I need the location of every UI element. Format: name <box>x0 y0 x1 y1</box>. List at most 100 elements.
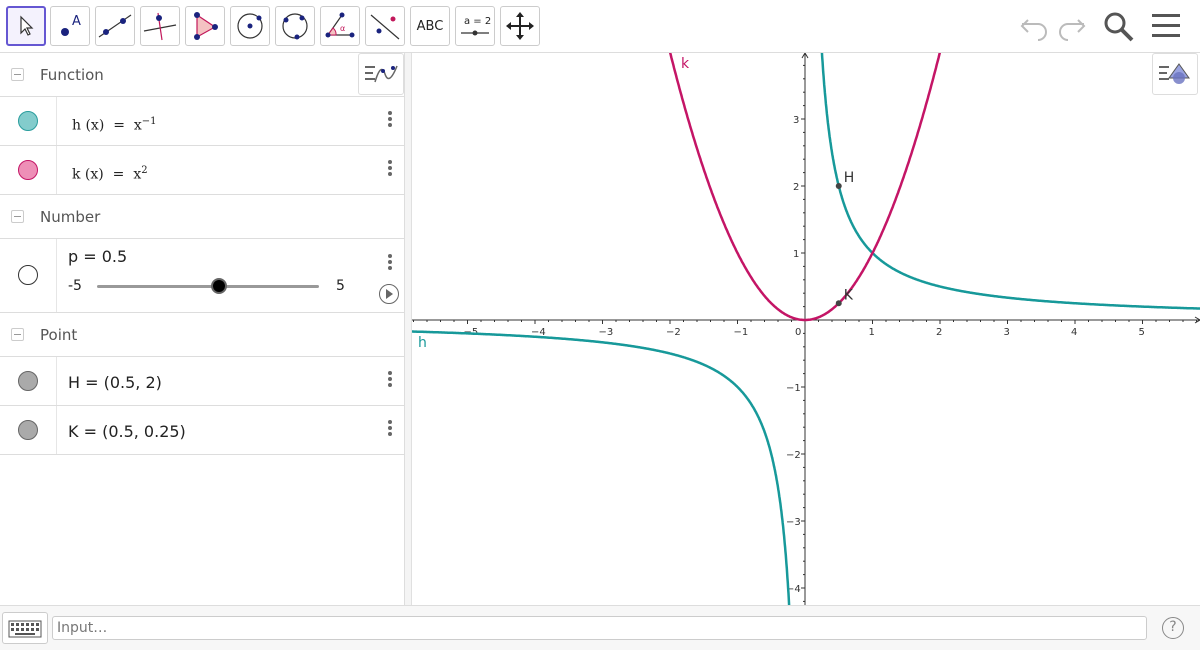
point-H <box>835 183 842 189</box>
slider-tool-button[interactable]: a = 2 <box>455 6 495 46</box>
toolbar: A α ABC a = 2 <box>0 0 1200 53</box>
redo-icon[interactable] <box>1054 8 1088 44</box>
x-tick-label: 0 <box>795 327 801 338</box>
slider-p-text[interactable]: p = 0.5 <box>68 247 127 266</box>
graphics-view[interactable]: −5 −4 −3 −2 −1 0 1 2 3 4 5 −4 −3 −2 −1 1 2 3 h k H K <box>412 53 1200 605</box>
collapse-icon[interactable] <box>11 210 24 223</box>
more-options-icon[interactable] <box>387 252 393 272</box>
undo-icon[interactable] <box>1018 8 1052 44</box>
move-graphics-tool-button[interactable] <box>500 6 540 46</box>
line-tool-button[interactable] <box>95 6 135 46</box>
slider-thumb[interactable] <box>211 278 228 294</box>
group-header-point[interactable]: Point <box>0 313 405 357</box>
collapse-icon[interactable] <box>11 328 24 341</box>
algebra-row-K[interactable]: K = (0.5, 0.25) <box>0 406 405 455</box>
keyboard-icon <box>8 620 42 638</box>
circle-three-points-tool-button[interactable] <box>275 6 315 46</box>
svg-text:a = 2: a = 2 <box>464 16 491 27</box>
svg-text:α: α <box>340 24 345 33</box>
algebra-row-H[interactable]: H = (0.5, 2) <box>0 357 405 406</box>
x-tick-label: 3 <box>1004 327 1010 338</box>
slider-icon: a = 2 <box>461 16 491 36</box>
move-cross-icon <box>506 12 534 40</box>
algebra-row-h[interactable]: h (x) = x−1 <box>0 97 405 146</box>
circle-center-tool-button[interactable] <box>230 6 270 46</box>
angle-icon: α <box>325 12 355 38</box>
x-tick-label: 4 <box>1071 327 1077 338</box>
visibility-toggle-k[interactable] <box>18 160 38 180</box>
curve-label-h: h <box>418 335 427 351</box>
x-tick-label: −3 <box>599 327 614 338</box>
y-tick-label: −1 <box>786 383 801 394</box>
angle-tool-button[interactable]: α <box>320 6 360 46</box>
equals-sign: = <box>112 166 125 183</box>
reflect-tool-button[interactable] <box>365 6 405 46</box>
text-tool-button[interactable]: ABC <box>410 6 450 46</box>
algebra-input-field[interactable]: Input… <box>52 616 1147 640</box>
help-icon[interactable]: ? <box>1162 617 1184 639</box>
group-label-number: Number <box>40 207 101 226</box>
function-k-lhs: k (x) <box>72 166 104 183</box>
algebra-row-k[interactable]: k (x) = x2 <box>0 146 405 195</box>
play-animation-button[interactable] <box>379 284 399 304</box>
collapse-icon[interactable] <box>11 68 24 81</box>
more-options-icon[interactable] <box>387 369 393 389</box>
group-header-number[interactable]: Number <box>0 195 405 239</box>
svg-text:A: A <box>72 14 81 29</box>
more-options-icon[interactable] <box>387 418 393 438</box>
reflect-icon <box>370 14 400 40</box>
point-label-H: H <box>844 170 855 186</box>
graphics-style-button[interactable] <box>1152 53 1198 95</box>
algebra-style-button[interactable] <box>358 53 404 95</box>
function-h-exponent: −1 <box>141 116 157 127</box>
y-tick-label: −2 <box>786 450 801 461</box>
polygon-tool-button[interactable] <box>185 6 225 46</box>
algebra-row-p[interactable]: p = 0.5 -5 5 <box>0 239 405 313</box>
x-tick-label: −1 <box>734 327 749 338</box>
keyboard-button[interactable] <box>2 612 48 644</box>
circle-center-icon <box>237 13 263 39</box>
move-tool-button[interactable] <box>6 6 46 46</box>
visibility-toggle-K[interactable] <box>18 420 38 440</box>
curve-h-right <box>820 53 1200 310</box>
graph-canvas[interactable]: −5 −4 −3 −2 −1 0 1 2 3 4 5−4−3−2−1123hkHK <box>412 53 1200 605</box>
menu-icon[interactable] <box>1150 8 1182 44</box>
function-h-base: x <box>133 117 142 134</box>
slider-track[interactable] <box>97 285 319 288</box>
x-tick-label: −2 <box>666 327 681 338</box>
y-tick-label: 3 <box>793 115 799 126</box>
group-header-function[interactable]: Function <box>0 53 405 97</box>
more-options-icon[interactable] <box>387 158 393 178</box>
perpendicular-line-tool-button[interactable] <box>140 6 180 46</box>
point-K-text[interactable]: K = (0.5, 0.25) <box>68 422 186 441</box>
line-icon <box>98 14 132 38</box>
x-tick-label: 5 <box>1139 327 1145 338</box>
more-options-icon[interactable] <box>387 109 393 129</box>
graphics-style-icon <box>1159 63 1190 84</box>
group-label-function: Function <box>40 65 104 84</box>
function-k-expression[interactable]: k (x) = x2 <box>72 165 148 183</box>
function-k-exponent: 2 <box>141 165 148 176</box>
curve-label-k: k <box>681 56 690 72</box>
y-tick-label: 2 <box>793 182 799 193</box>
algebra-view: Function h (x) = x−1 k (x) = x2 Number p… <box>0 53 405 605</box>
point-icon: A <box>61 14 81 36</box>
panel-divider[interactable] <box>405 53 412 605</box>
graph-style-icon <box>365 65 398 83</box>
visibility-toggle-H[interactable] <box>18 371 38 391</box>
group-label-point: Point <box>40 325 78 344</box>
slider-min-label: -5 <box>68 278 82 294</box>
search-icon[interactable] <box>1101 8 1137 44</box>
visibility-toggle-p[interactable] <box>18 265 38 285</box>
y-tick-label: 1 <box>793 249 799 260</box>
perpendicular-line-icon <box>143 12 177 41</box>
cursor-arrow-icon <box>20 15 34 36</box>
curve-h-left <box>412 330 791 605</box>
point-tool-button[interactable]: A <box>50 6 90 46</box>
slider-max-label: 5 <box>336 278 345 294</box>
point-H-text[interactable]: H = (0.5, 2) <box>68 373 162 392</box>
input-bar: Input… ? <box>0 605 1200 650</box>
function-h-expression[interactable]: h (x) = x−1 <box>72 116 157 134</box>
visibility-toggle-h[interactable] <box>18 111 38 131</box>
polygon-icon <box>194 12 218 40</box>
